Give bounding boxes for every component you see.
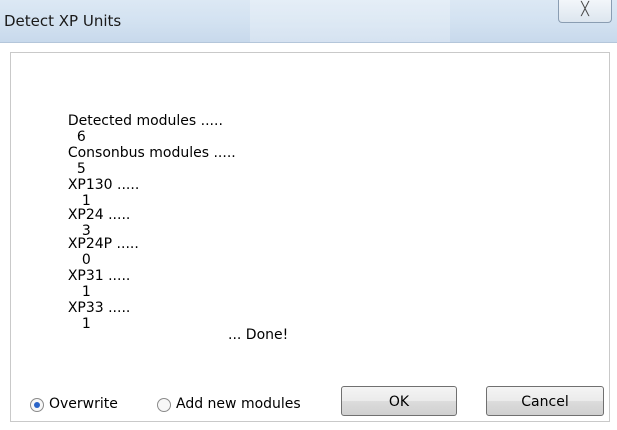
add-new-modules-label[interactable]: Add new modules — [176, 396, 301, 412]
result-label: XP24P ..... — [67, 236, 139, 252]
close-icon: ╳ — [581, 2, 589, 17]
status-text: ... Done! — [228, 327, 289, 343]
result-label: Detected modules ..... — [67, 113, 223, 129]
window-title: Detect XP Units — [4, 12, 122, 30]
result-value: 1 — [81, 316, 91, 332]
title-bar[interactable]: Detect XP Units ╳ — [0, 0, 617, 43]
title-bar-glow — [250, 0, 450, 42]
close-button[interactable]: ╳ — [558, 0, 612, 23]
add-new-modules-radio[interactable] — [157, 398, 171, 412]
cancel-button[interactable]: Cancel — [486, 386, 604, 416]
result-xp33: XP33 ..... 1 — [50, 284, 131, 348]
ok-button[interactable]: OK — [341, 386, 457, 416]
result-label: XP33 ..... — [67, 300, 131, 316]
detect-xp-units-dialog: Detect XP Units ╳ Detected modules .....… — [0, 0, 617, 430]
result-label: XP31 ..... — [67, 268, 131, 284]
overwrite-radio[interactable] — [30, 398, 44, 412]
overwrite-label[interactable]: Overwrite — [49, 396, 118, 412]
result-label: Consonbus modules ..... — [67, 145, 236, 161]
